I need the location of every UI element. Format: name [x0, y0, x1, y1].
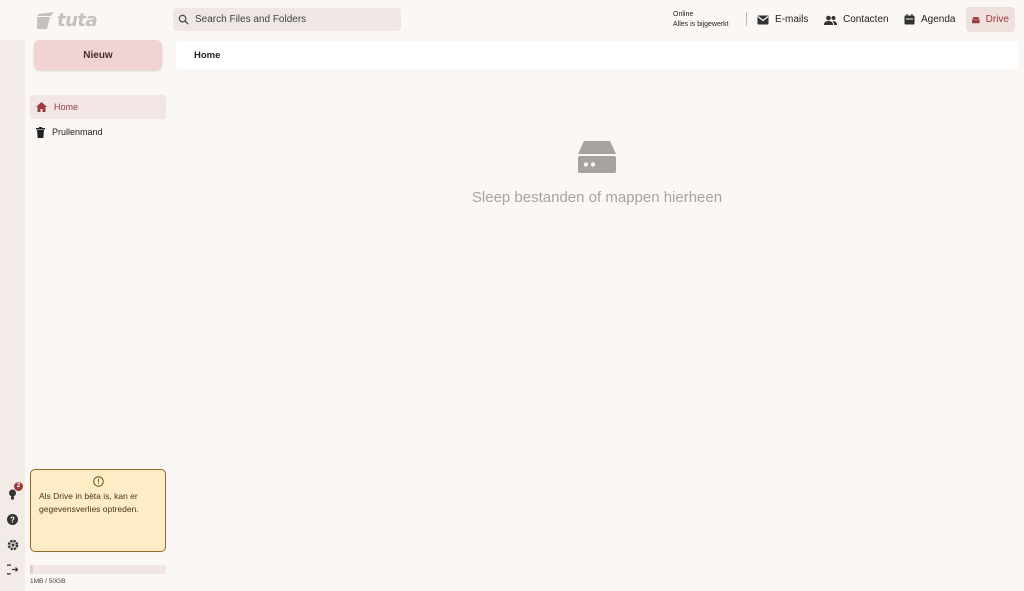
- sidebar-item-label: Home: [54, 102, 79, 112]
- home-icon: [36, 102, 47, 112]
- logo-text: tuta: [57, 9, 98, 31]
- contacts-icon: [824, 15, 837, 25]
- nav-emails-label: E-mails: [775, 14, 809, 25]
- nav-drive-label: Drive: [985, 14, 1009, 25]
- status-online: Online: [673, 11, 694, 18]
- sidebar-item-label: Prullenmand: [52, 127, 103, 137]
- sidebar-item-home[interactable]: Home: [30, 95, 166, 119]
- breadcrumb: Home: [176, 41, 1018, 69]
- sidebar-item-trash[interactable]: Prullenmand: [30, 120, 166, 144]
- mail-icon: [757, 15, 769, 24]
- logout-icon[interactable]: [6, 563, 19, 576]
- storage-bar: [30, 565, 166, 574]
- calendar-icon: [904, 14, 915, 25]
- search-icon: [178, 14, 189, 25]
- empty-state-text: Sleep bestanden of mappen hierheen: [471, 189, 723, 206]
- new-button[interactable]: Nieuw: [34, 40, 162, 70]
- logo-icon: [37, 12, 54, 29]
- drive-icon: [972, 16, 980, 23]
- search-box[interactable]: [173, 8, 401, 31]
- drive-icon: [578, 141, 616, 173]
- nav-calendar-label: Agenda: [921, 14, 956, 25]
- svg-text:?: ?: [10, 516, 15, 525]
- trash-icon: [36, 126, 45, 138]
- nav-contacts-label: Contacten: [843, 14, 889, 25]
- top-bar: tuta Online Alles is bijgewerkt E-mails …: [0, 0, 1024, 40]
- nav-calendar-button[interactable]: Agenda: [898, 7, 961, 32]
- header-divider: [746, 12, 747, 26]
- search-input[interactable]: [195, 14, 385, 25]
- storage-usage: 1MB / 50GB: [30, 578, 66, 585]
- nav-emails-button[interactable]: E-mails: [751, 7, 814, 32]
- beta-notice-text: Als Drive in bèta is, kan er gegevensver…: [39, 491, 139, 514]
- nav-contacts-button[interactable]: Contacten: [818, 7, 895, 32]
- storage-fill: [30, 565, 33, 574]
- help-icon[interactable]: ?: [6, 513, 19, 526]
- left-rail: [0, 40, 25, 591]
- app-logo[interactable]: tuta: [35, 9, 98, 31]
- info-icon: [39, 476, 157, 487]
- notification-badge: 2: [14, 482, 23, 491]
- empty-state: Sleep bestanden of mappen hierheen: [420, 140, 774, 206]
- sync-status: Online Alles is bijgewerkt: [673, 10, 729, 30]
- beta-notice: Als Drive in bèta is, kan er gegevensver…: [30, 469, 166, 552]
- settings-icon[interactable]: [6, 538, 19, 551]
- status-synced: Alles is bijgewerkt: [673, 21, 729, 28]
- breadcrumb-home[interactable]: Home: [194, 50, 220, 61]
- main-content: [172, 40, 1024, 591]
- nav-drive-button[interactable]: Drive: [966, 7, 1015, 32]
